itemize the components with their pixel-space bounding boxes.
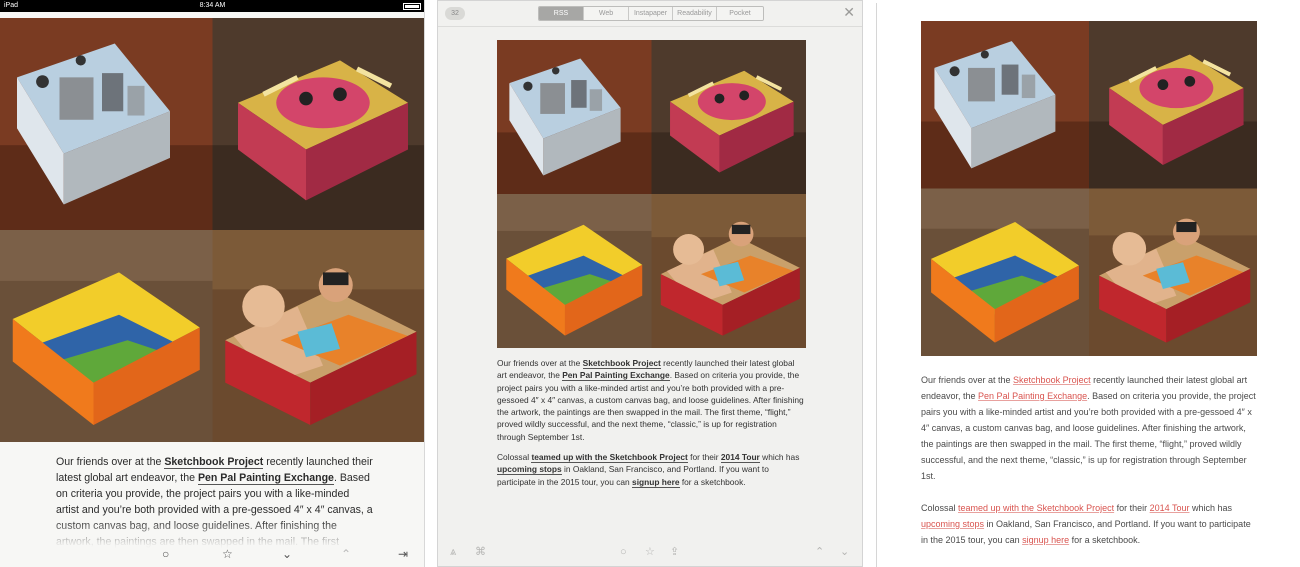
web-article-panel: Our friends over at the Sketchbook Proje…	[876, 3, 1300, 567]
unread-count-badge[interactable]: 32	[445, 7, 465, 20]
tab-instapaper[interactable]: Instapaper	[629, 7, 673, 20]
chevron-up-icon[interactable]: ⌃	[815, 545, 824, 559]
status-bar: iPad 8:34 AM	[0, 0, 424, 12]
circle-icon[interactable]: ○	[620, 545, 627, 559]
upcoming-stops-link[interactable]: upcoming stops	[497, 464, 562, 476]
sketchbook-project-link[interactable]: Sketchbook Project	[582, 358, 661, 369]
article-paragraph-1: Our friends over at the Sketchbook Proje…	[921, 375, 1256, 481]
article-image	[497, 40, 806, 348]
close-icon[interactable]: ✕	[843, 5, 855, 19]
tab-web[interactable]: Web	[584, 7, 629, 20]
chevron-down-icon[interactable]: ⌄	[282, 545, 292, 563]
teamed-up-link[interactable]: teamed up with the Sketchbook Project	[531, 452, 688, 464]
sketchbook-project-link[interactable]: Sketchbook Project	[1013, 375, 1091, 385]
article-body: Our friends over at the Sketchbook Proje…	[921, 372, 1257, 564]
pen-pal-link[interactable]: Pen Pal Painting Exchange	[562, 370, 670, 382]
signup-link[interactable]: signup here	[1022, 535, 1069, 545]
article-image	[0, 18, 425, 442]
tab-pocket[interactable]: Pocket	[717, 7, 763, 20]
article-image	[921, 21, 1257, 356]
status-time: 8:34 AM	[199, 2, 226, 9]
swipe-icon[interactable]: ⌘	[475, 545, 486, 559]
pen-pal-link[interactable]: Pen Pal Painting Exchange	[978, 391, 1087, 401]
bottom-toolbar: ○ ☆ ⌄ ⌃ ⇥	[0, 545, 424, 563]
bottom-toolbar: ⩓ ⌘ ○ ☆ ⇪ ⌃ ⌄	[438, 541, 862, 565]
tour-link[interactable]: 2014 Tour	[720, 452, 760, 464]
article-paragraph-2: Colossal teamed up with the Sketchbook P…	[921, 503, 1251, 545]
share-icon[interactable]: ⇪	[670, 545, 679, 559]
battery-icon	[403, 3, 421, 10]
article-paragraph-2: Colossal teamed up with the Sketchbook P…	[497, 452, 800, 488]
sketchbook-project-link[interactable]: Sketchbook Project	[164, 456, 264, 469]
service-tabs: RSS Web Instapaper Readability Pocket	[538, 6, 764, 21]
article-body: Our friends over at the Sketchbook Proje…	[497, 357, 806, 496]
chevron-down-icon[interactable]: ⌄	[840, 545, 849, 559]
teamed-up-link[interactable]: teamed up with the Sketchbook Project	[958, 503, 1114, 513]
chevron-up-icon[interactable]: ⌃	[341, 545, 351, 563]
signup-link[interactable]: signup here	[632, 476, 680, 488]
star-icon[interactable]: ☆	[645, 545, 655, 559]
upcoming-stops-link[interactable]: upcoming stops	[921, 519, 984, 529]
header-divider	[438, 26, 862, 27]
circle-icon[interactable]: ○	[162, 545, 169, 563]
star-icon[interactable]: ☆	[222, 545, 233, 563]
tour-link[interactable]: 2014 Tour	[1150, 503, 1190, 513]
tab-readability[interactable]: Readability	[673, 7, 717, 20]
reeder-panel: 32 RSS Web Instapaper Readability Pocket…	[437, 0, 863, 567]
tab-rss[interactable]: RSS	[539, 7, 584, 20]
pen-pal-link[interactable]: Pen Pal Painting Exchange	[197, 472, 334, 485]
share-exit-icon[interactable]: ⇥	[398, 545, 408, 563]
article-paragraph-1: Our friends over at the Sketchbook Proje…	[497, 358, 804, 442]
ipad-reader-panel: iPad 8:34 AM Our friends over at the Ske…	[0, 0, 425, 567]
readability-icon[interactable]: ⩓	[450, 545, 456, 559]
